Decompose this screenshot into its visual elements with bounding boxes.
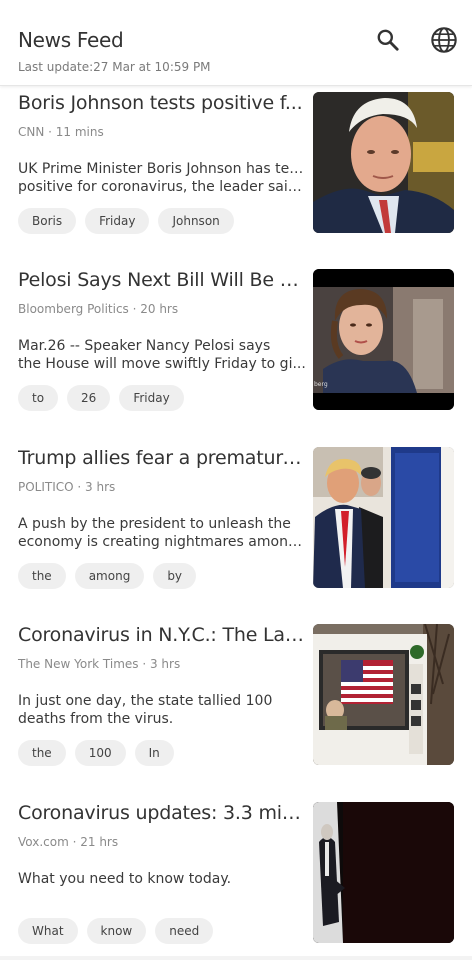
app-bar: News Feed Last update:27 Mar at 10:59 PM [0,0,472,86]
description-line: the House will move swiftly Friday to gi… [18,356,306,372]
article-description: A push by the president to unleash the e… [18,515,308,551]
article-headline[interactable]: Coronavirus in N.Y.C.: The Lat... [18,624,304,646]
tag-chip[interactable]: Friday [119,385,184,411]
tag-list: to 26 Friday [18,385,184,411]
article-source-time: Vox.com · 21 hrs [18,835,119,849]
news-card[interactable]: Boris Johnson tests positive f... CNN · … [0,92,472,252]
search-button[interactable] [372,24,404,56]
description-line: Mar.26 -- Speaker Nancy Pelosi says [18,338,271,354]
article-description: UK Prime Minister Boris Johnson has test… [18,160,308,196]
news-card[interactable]: Coronavirus updates: 3.3 milli... Vox.co… [0,802,472,960]
tag-chip[interactable]: Friday [85,208,150,234]
bottom-divider [0,956,472,960]
tag-chip[interactable]: Johnson [158,208,234,234]
tag-chip[interactable]: 26 [67,385,111,411]
article-headline[interactable]: Boris Johnson tests positive f... [18,92,304,114]
description-line: A push by the president to unleash the [18,516,291,532]
tag-chip[interactable]: the [18,740,66,766]
description-line: economy is creating nightmares among s..… [18,534,308,550]
article-headline[interactable]: Coronavirus updates: 3.3 milli... [18,802,304,824]
tag-chip[interactable]: need [155,918,214,944]
tag-list: Boris Friday Johnson [18,208,234,234]
article-source-time: The New York Times · 3 hrs [18,657,181,671]
article-description: Mar.26 -- Speaker Nancy Pelosi says the … [18,337,308,373]
article-description: In just one day, the state tallied 100 d… [18,692,308,728]
description-line: What you need to know today. [18,871,232,887]
tag-chip[interactable]: among [74,563,145,589]
last-update-text: Last update:27 Mar at 10:59 PM [18,60,211,74]
language-button[interactable] [428,24,460,56]
tag-chip[interactable]: What [18,918,78,944]
page-title: News Feed [18,28,124,52]
article-description: What you need to know today. [18,870,308,888]
tag-chip[interactable]: 100 [74,740,126,766]
article-thumbnail[interactable] [313,447,454,588]
globe-icon [431,27,457,53]
description-line: deaths from the virus. [18,711,174,727]
news-card[interactable]: Pelosi Says Next Bill Will Be Fo... Bloo… [0,269,472,429]
tag-list: What know need [18,918,214,944]
news-card[interactable]: Coronavirus in N.Y.C.: The Lat... The Ne… [0,624,472,784]
tag-chip[interactable]: to [18,385,59,411]
tag-chip[interactable]: Boris [18,208,77,234]
article-source-time: CNN · 11 mins [18,125,104,139]
tag-list: the 100 In [18,740,174,766]
tag-chip[interactable]: the [18,563,66,589]
description-line: In just one day, the state tallied 100 [18,693,273,709]
article-headline[interactable]: Trump allies fear a premature ... [18,447,304,469]
article-headline[interactable]: Pelosi Says Next Bill Will Be Fo... [18,269,304,291]
tag-chip[interactable]: In [134,740,174,766]
article-thumbnail[interactable] [313,624,454,765]
description-line: positive for coronavirus, the leader sai… [18,179,308,195]
article-thumbnail[interactable] [313,92,454,233]
tag-chip[interactable]: know [86,918,147,944]
search-icon [377,29,399,51]
tag-chip[interactable]: by [153,563,197,589]
article-source-time: Bloomberg Politics · 20 hrs [18,302,179,316]
thumbnail-caption: berg [314,381,328,388]
news-card[interactable]: Trump allies fear a premature ... POLITI… [0,447,472,607]
news-feed-list[interactable]: Boris Johnson tests positive f... CNN · … [0,86,472,960]
description-line: UK Prime Minister Boris Johnson has test… [18,161,308,177]
article-thumbnail[interactable]: berg [313,269,454,410]
tag-list: the among by [18,563,197,589]
article-source-time: POLITICO · 3 hrs [18,480,116,494]
article-thumbnail[interactable] [313,802,454,943]
